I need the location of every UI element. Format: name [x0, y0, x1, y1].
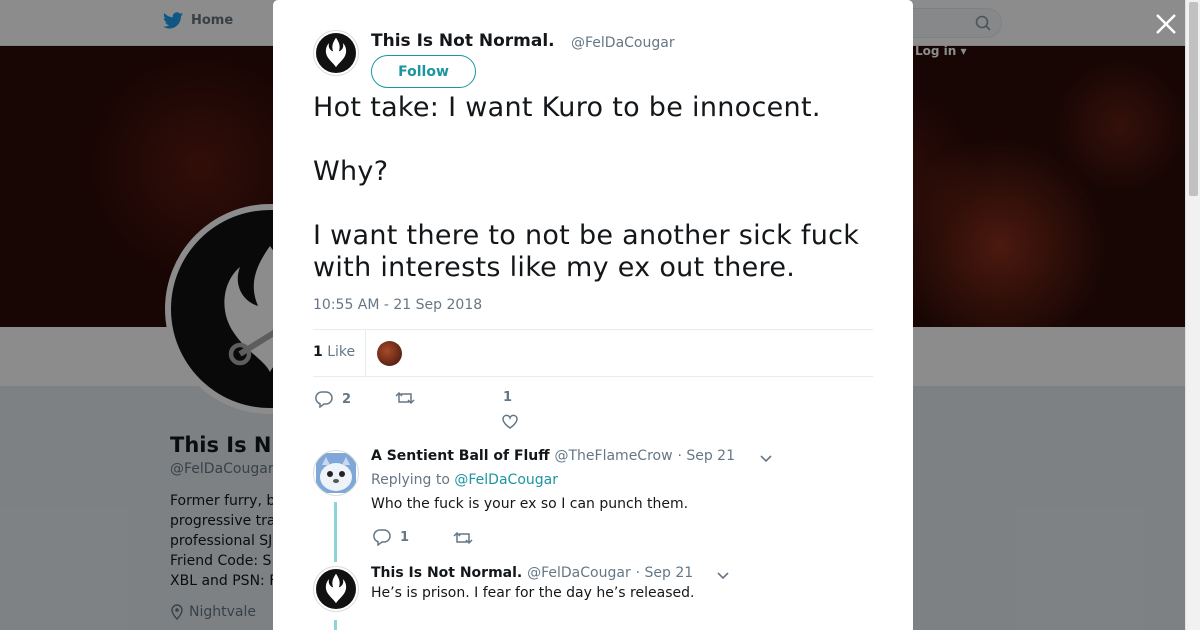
reply-action[interactable]: 2 [315, 390, 351, 408]
likes-label: Like [327, 344, 356, 360]
rebel-alliance-logo-icon [316, 33, 356, 73]
reply-count: 2 [342, 391, 352, 407]
tweet-text: Hot take: I want Kuro to be innocent. Wh… [313, 92, 860, 283]
likes-stat[interactable]: 1 Like [313, 344, 355, 360]
author-avatar[interactable] [313, 30, 359, 76]
scrollbar-thumb[interactable] [1189, 2, 1198, 196]
tweet-timestamp[interactable]: 10:55 AM - 21 Sep 2018 [313, 297, 482, 313]
retweet-icon [453, 531, 473, 545]
retweet-icon [395, 391, 415, 405]
thread-connector [334, 502, 337, 562]
reply-text: He’s is prison. I fear for the day he’s … [371, 585, 695, 601]
reply-author-name: This Is Not Normal. [371, 565, 523, 581]
follow-button[interactable]: Follow [371, 55, 476, 88]
reply-text: Who the fuck is your ex so I can punch t… [371, 496, 689, 512]
likes-count: 1 [313, 344, 323, 360]
reply-action[interactable]: 1 [373, 528, 409, 546]
close-icon[interactable] [1154, 12, 1178, 36]
reply-author-handle: @FelDaCougar [527, 565, 631, 581]
liker-avatar[interactable] [377, 341, 402, 366]
reply-count: 1 [400, 529, 410, 545]
replying-to-link[interactable]: @FelDaCougar [454, 472, 558, 488]
rebel-alliance-logo-icon [316, 569, 356, 609]
stats-divider [365, 330, 366, 377]
reply-avatar[interactable] [313, 566, 359, 612]
reply-icon [373, 529, 391, 546]
heart-icon[interactable] [501, 413, 519, 430]
reply-author-handle: @TheFlameCrow [554, 448, 673, 464]
author-name[interactable]: This Is Not Normal. [371, 31, 555, 51]
replying-prefix: Replying to [371, 472, 450, 488]
chevron-down-icon[interactable] [759, 454, 773, 464]
tweet-modal: This Is Not Normal. @FelDaCougar Follow … [273, 0, 913, 630]
page-scrollbar[interactable] [1185, 0, 1200, 630]
reply-author-name: A Sentient Ball of Fluff [371, 448, 550, 464]
reply-tweet[interactable]: A Sentient Ball of Fluff @TheFlameCrow ·… [313, 446, 873, 562]
fluffy-cat-avatar-icon [316, 453, 356, 493]
replying-to: Replying to @FelDaCougar [371, 472, 558, 488]
reply-author[interactable]: A Sentient Ball of Fluff @TheFlameCrow ·… [371, 448, 735, 464]
author-handle[interactable]: @FelDaCougar [571, 35, 675, 51]
reply-date[interactable]: · Sep 21 [677, 448, 735, 464]
tweet-actions: 2 1 [313, 388, 873, 432]
reply-author[interactable]: This Is Not Normal. @FelDaCougar · Sep 2… [371, 565, 693, 581]
reply-tweet[interactable]: This Is Not Normal. @FelDaCougar · Sep 2… [313, 562, 873, 630]
like-count: 1 [503, 390, 513, 405]
retweet-action[interactable] [453, 530, 473, 546]
reply-date[interactable]: · Sep 21 [636, 565, 694, 581]
reply-icon [315, 391, 333, 408]
chevron-down-icon[interactable] [716, 571, 730, 581]
retweet-action[interactable] [395, 390, 415, 406]
thread-connector [334, 620, 337, 630]
like-action[interactable]: 1 [503, 390, 512, 405]
reply-avatar[interactable] [313, 450, 359, 496]
tweet-stats: 1 Like [313, 329, 873, 377]
